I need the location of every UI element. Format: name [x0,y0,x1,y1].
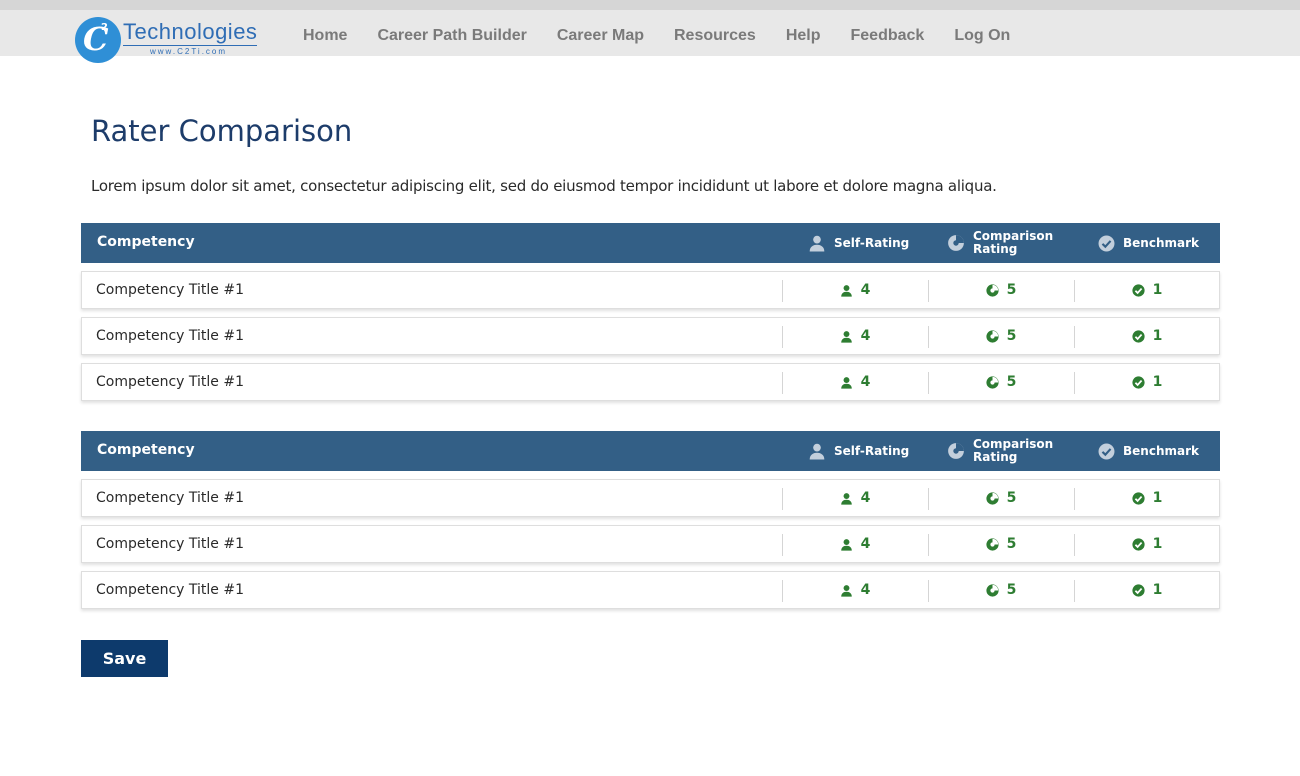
header-comparison-rating: Comparison Rating [947,431,1053,471]
logo-underline [123,45,257,46]
comparison-rating-value: 5 [928,480,1074,516]
table-header: Competency Self-Rating Comparison Rating … [81,431,1220,471]
table-row[interactable]: Competency Title #1 4 5 1 [81,479,1220,517]
nav-item-career-path-builder[interactable]: Career Path Builder [377,26,526,46]
self-rating-value: 4 [782,572,928,608]
self-rating-value: 4 [782,272,928,308]
benchmark-value: 1 [1074,480,1220,516]
person-icon [840,376,853,389]
person-icon [808,234,826,252]
pie-icon [947,442,965,460]
logo-text: Technologies [123,19,258,44]
benchmark-value: 1 [1074,526,1220,562]
header-benchmark: Benchmark [1098,431,1199,471]
header-competency: Competency [97,234,195,250]
table-row[interactable]: Competency Title #1 4 5 1 [81,525,1220,563]
self-rating-value: 4 [782,364,928,400]
header-comparison-line2: Rating [973,242,1018,256]
header-self-rating-label: Self-Rating [834,235,910,250]
nav-item-career-map[interactable]: Career Map [557,26,644,46]
main-nav: Home Career Path Builder Career Map Reso… [303,26,1040,46]
comparison-rating-value: 5 [928,364,1074,400]
page-title: Rater Comparison [91,114,353,148]
benchmark-value: 1 [1074,572,1220,608]
benchmark-value: 1 [1074,318,1220,354]
self-rating-value: 4 [782,318,928,354]
person-icon [808,442,826,460]
header-benchmark-label: Benchmark [1123,443,1199,458]
brand-logo[interactable]: C 2 Technologies www.C2Ti.com [75,17,260,63]
check-circle-icon [1132,491,1145,505]
person-icon [840,330,853,343]
nav-item-help[interactable]: Help [786,26,821,46]
pie-icon [986,283,999,297]
person-icon [840,584,853,597]
competency-title: Competency Title #1 [96,536,244,552]
header-comparison-line1: Comparison [973,437,1054,451]
pie-icon [986,375,999,389]
logo-superscript: 2 [101,22,108,33]
comparison-rating-value: 5 [928,526,1074,562]
check-circle-icon [1132,537,1145,551]
competency-title: Competency Title #1 [96,490,244,506]
benchmark-value: 1 [1074,272,1220,308]
table-row[interactable]: Competency Title #1 4 5 1 [81,317,1220,355]
top-strip [0,0,1300,10]
check-circle-icon [1132,375,1145,389]
save-button[interactable]: Save [81,640,168,677]
comparison-rating-value: 5 [928,318,1074,354]
pie-icon [947,234,965,252]
competency-title: Competency Title #1 [96,374,244,390]
header-comparison-rating: Comparison Rating [947,223,1053,263]
nav-item-log-on[interactable]: Log On [954,26,1010,46]
person-icon [840,284,853,297]
header-self-rating: Self-Rating [808,223,909,263]
person-icon [840,492,853,505]
table-row[interactable]: Competency Title #1 4 5 1 [81,271,1220,309]
check-circle-icon [1132,283,1145,297]
logo-url: www.C2Ti.com [150,47,228,56]
table-row[interactable]: Competency Title #1 4 5 1 [81,363,1220,401]
page-description: Lorem ipsum dolor sit amet, consectetur … [91,177,997,195]
header-benchmark-label: Benchmark [1123,235,1199,250]
competency-title: Competency Title #1 [96,328,244,344]
nav-item-home[interactable]: Home [303,26,347,46]
check-circle-icon [1132,583,1145,597]
pie-icon [986,491,999,505]
nav-bar: C 2 Technologies www.C2Ti.com Home Caree… [0,10,1300,63]
check-circle-icon [1132,329,1145,343]
comparison-table-1: Competency Self-Rating Comparison Rating … [81,223,1220,401]
self-rating-value: 4 [782,480,928,516]
table-header: Competency Self-Rating Comparison Rating … [81,223,1220,263]
header-comparison-line2: Rating [973,450,1018,464]
benchmark-value: 1 [1074,364,1220,400]
check-circle-icon [1098,443,1115,460]
header-competency: Competency [97,442,195,458]
nav-item-feedback[interactable]: Feedback [851,26,925,46]
header-self-rating-label: Self-Rating [834,443,910,458]
check-circle-icon [1098,235,1115,252]
table-row[interactable]: Competency Title #1 4 5 1 [81,571,1220,609]
person-icon [840,538,853,551]
pie-icon [986,537,999,551]
header-self-rating: Self-Rating [808,431,909,471]
comparison-rating-value: 5 [928,272,1074,308]
header-comparison-line1: Comparison [973,229,1054,243]
competency-title: Competency Title #1 [96,282,244,298]
comparison-rating-value: 5 [928,572,1074,608]
comparison-table-2: Competency Self-Rating Comparison Rating … [81,431,1220,609]
pie-icon [986,329,999,343]
competency-title: Competency Title #1 [96,582,244,598]
header-benchmark: Benchmark [1098,223,1199,263]
pie-icon [986,583,999,597]
header-comparison-label: Comparison Rating [973,230,1053,256]
header-comparison-label: Comparison Rating [973,438,1053,464]
self-rating-value: 4 [782,526,928,562]
nav-item-resources[interactable]: Resources [674,26,756,46]
